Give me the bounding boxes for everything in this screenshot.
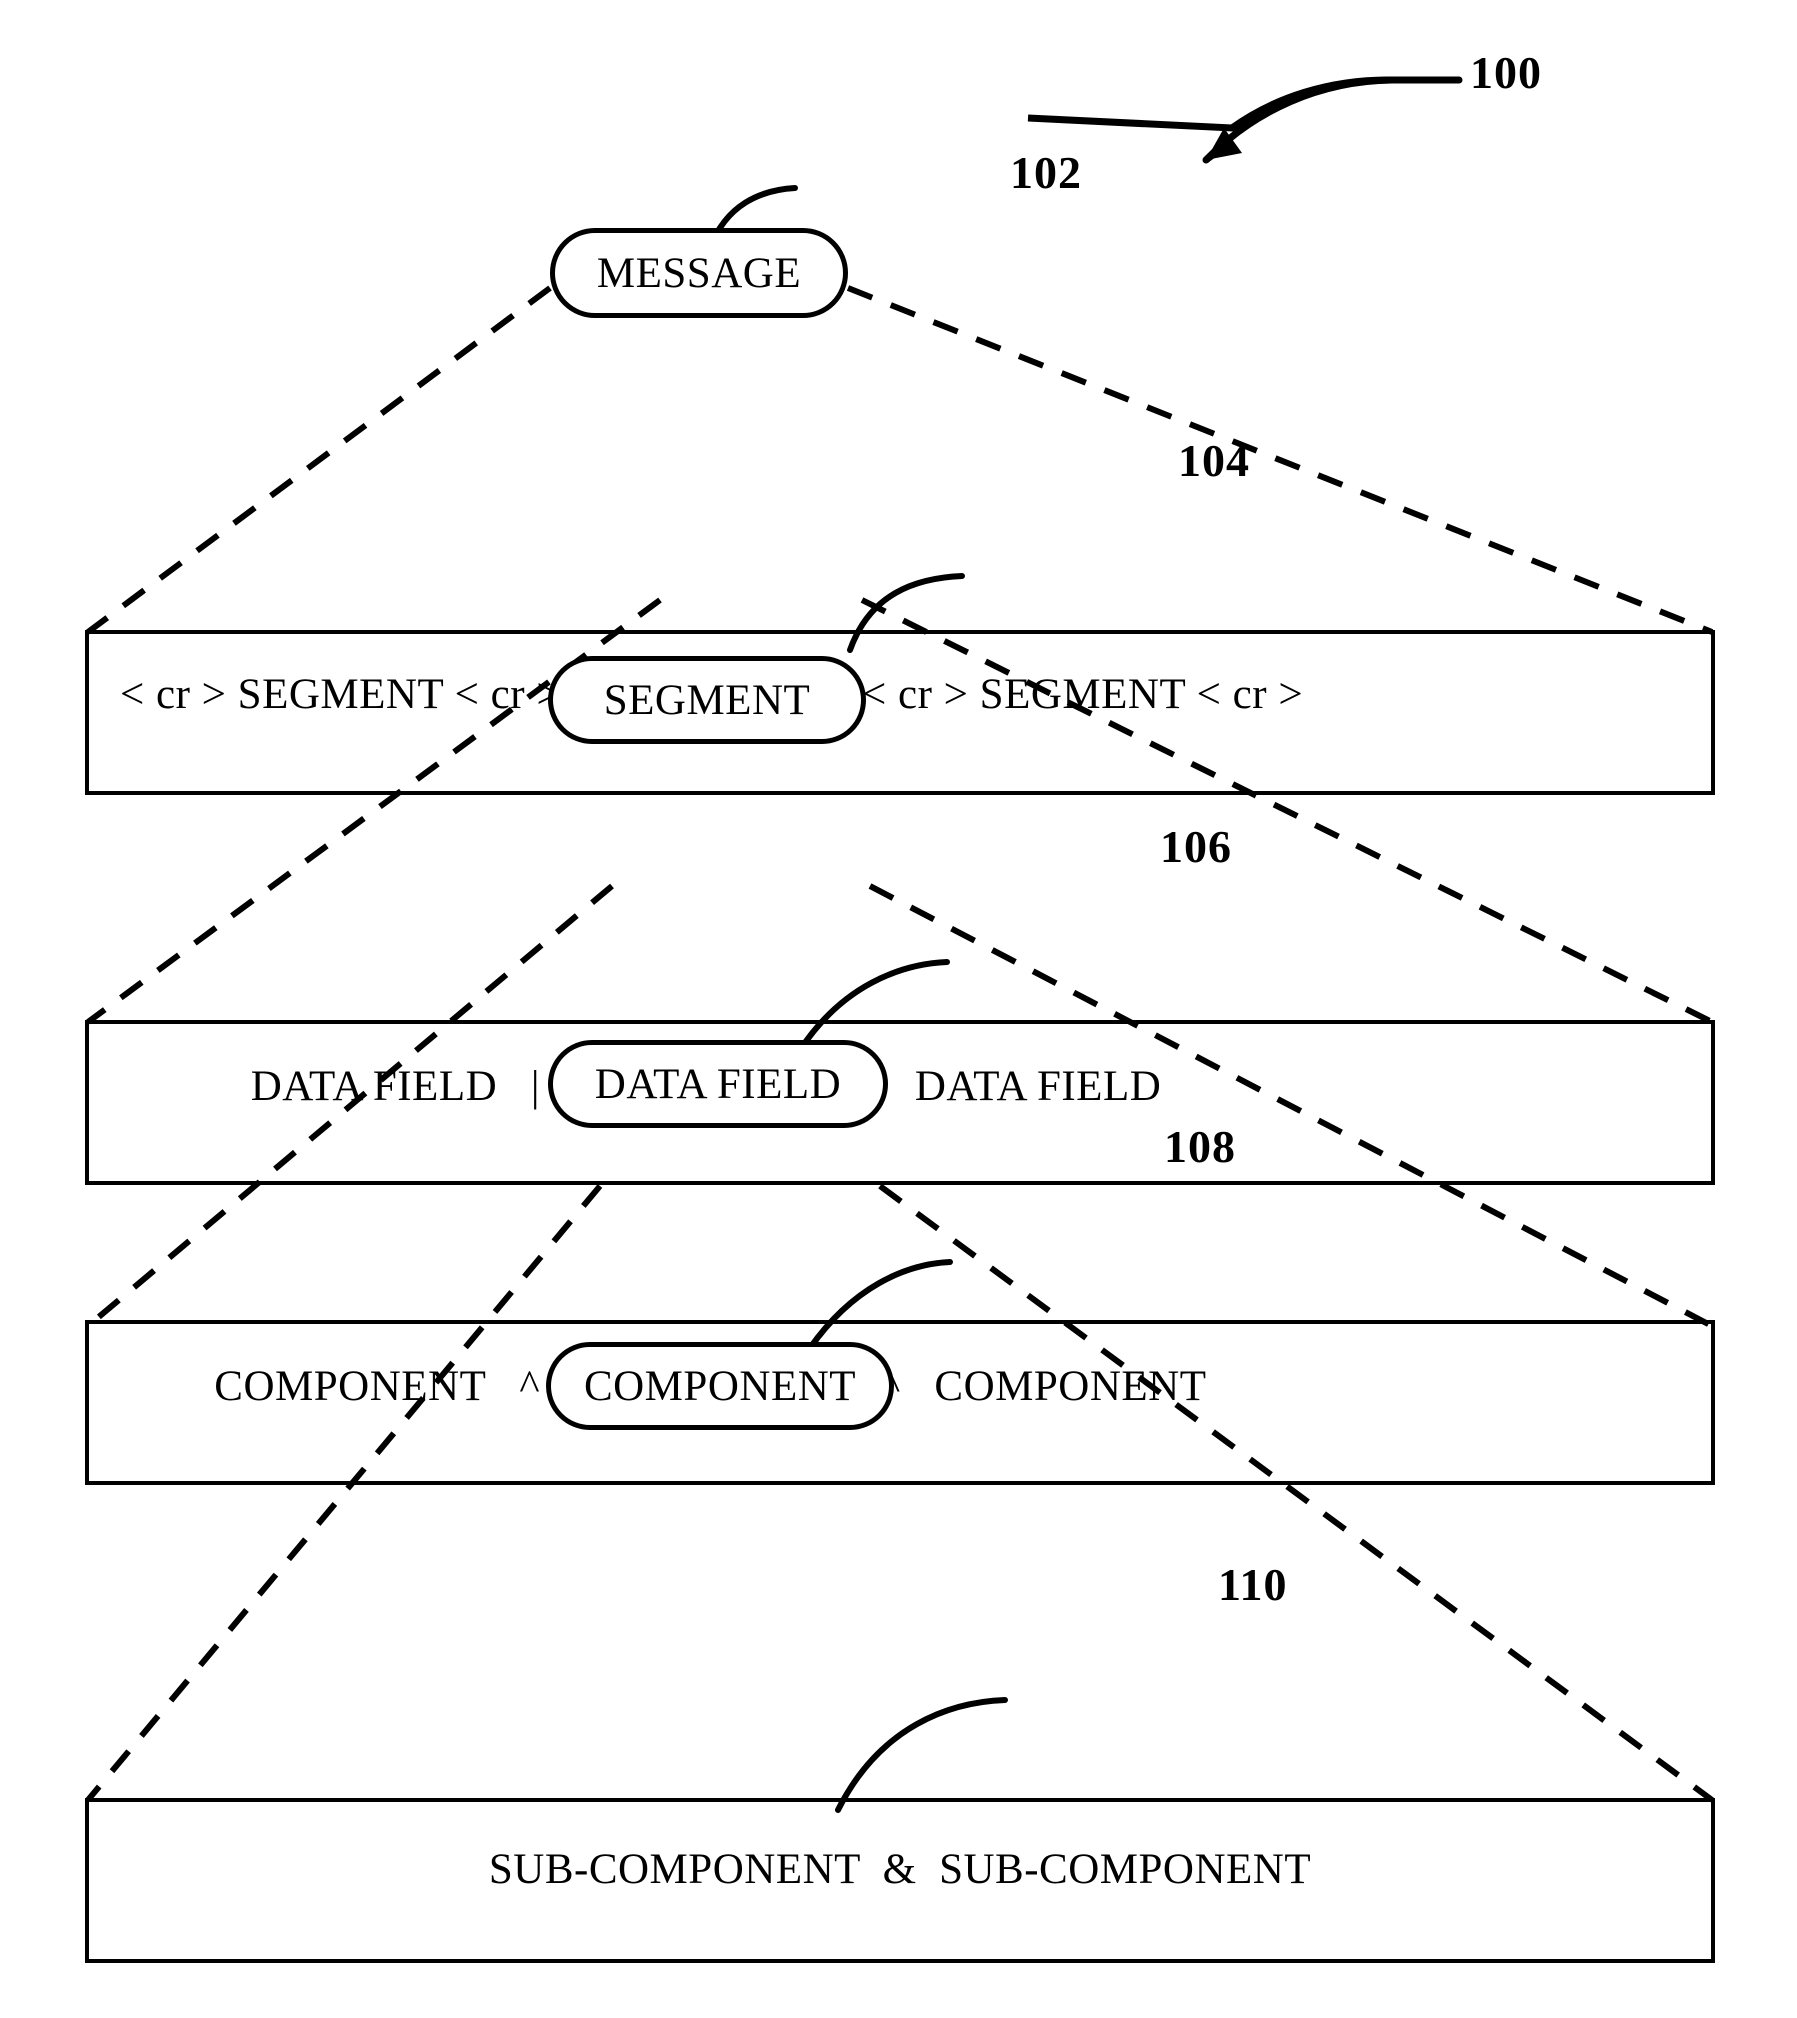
leader-110 (835, 1697, 1008, 1813)
patent-figure: 100 102 104 106 108 110 MESSAGE < cr > S… (0, 0, 1797, 2018)
node-segment-label: SEGMENT (603, 676, 811, 724)
node-message-label: MESSAGE (596, 249, 802, 297)
bar-component-text-left: COMPONENT ^ (214, 1363, 540, 1410)
node-component-label: COMPONENT (583, 1362, 857, 1410)
bar-segment-text-left: < cr > SEGMENT < cr > (120, 671, 562, 718)
ref-numeral-102: 102 (1010, 147, 1082, 198)
ref-numeral-106: 106 (1160, 821, 1232, 872)
bar-component-text-right: ^ COMPONENT (880, 1363, 1207, 1410)
node-data-field[interactable]: DATA FIELD (548, 1040, 888, 1128)
bar-sub-component-text: SUB-COMPONENT & SUB-COMPONENT (488, 1846, 1312, 1893)
node-message[interactable]: MESSAGE (550, 228, 848, 318)
expansion-lines-component-to-subcomponent (85, 1183, 1714, 1803)
expansion-lines-message-to-segment (86, 285, 1714, 635)
bar-segment-text-right: < cr > SEGMENT < cr > (862, 671, 1304, 718)
ref-numeral-104: 104 (1178, 435, 1250, 486)
node-data-field-label: DATA FIELD (594, 1060, 842, 1108)
ref-numeral-110: 110 (1218, 1559, 1288, 1610)
bar-data-field-text-left: DATA FIELD | (250, 1063, 540, 1110)
figure-100-leader (1027, 76, 1459, 132)
ref-numeral-100: 100 (1470, 47, 1542, 98)
diagram-vector-layer (85, 76, 1714, 1813)
ref-numeral-108: 108 (1164, 1121, 1236, 1172)
node-component[interactable]: COMPONENT (546, 1342, 894, 1430)
bar-data-field-text-right: | DATA FIELD (872, 1063, 1162, 1110)
node-segment[interactable]: SEGMENT (548, 656, 866, 744)
